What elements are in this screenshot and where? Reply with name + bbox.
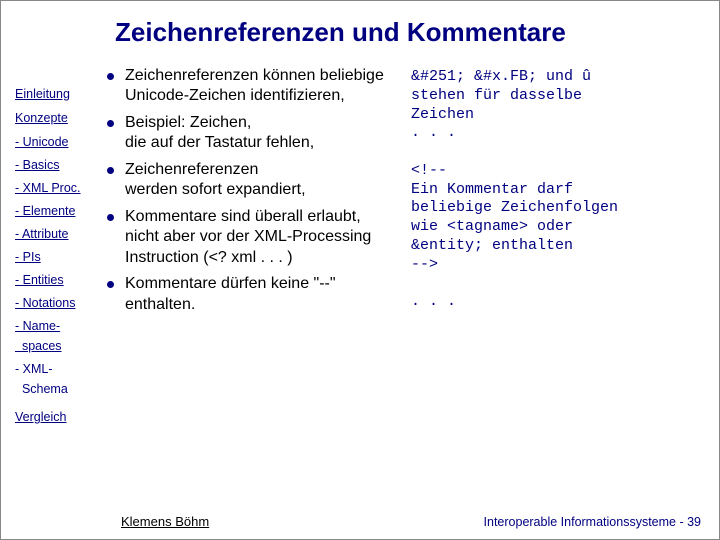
bullet-item: Kommentare dürfen keine "--" enthalten. (107, 274, 397, 315)
sidebar-item-attribute[interactable]: - Attribute (15, 227, 69, 241)
slide-title: Zeichenreferenzen und Kommentare (115, 17, 701, 48)
sidebar-item-xmlproc[interactable]: - XML Proc. (15, 181, 81, 195)
bullet-text: Zeichenreferenzen werden sofort expandie… (125, 161, 306, 198)
slide-body: Einleitung Konzepte - Unicode - Basics -… (15, 66, 701, 431)
sidebar-item-pis[interactable]: - PIs (15, 250, 41, 264)
sidebar-item-basics[interactable]: - Basics (15, 158, 59, 172)
sidebar-item-konzepte[interactable]: Konzepte (15, 111, 68, 125)
main-content: Zeichenreferenzen können beliebige Unico… (107, 66, 701, 431)
sidebar-item-entities[interactable]: - Entities (15, 273, 64, 287)
sidebar-item-vergleich[interactable]: Vergleich (15, 410, 66, 424)
sidebar-item-elemente[interactable]: - Elemente (15, 204, 75, 218)
slide: Zeichenreferenzen und Kommentare Einleit… (0, 0, 720, 540)
sidebar-item-namespaces[interactable]: - Name- spaces (15, 319, 62, 353)
code-example: &#251; &#x.FB; und û stehen für dasselbe… (411, 66, 701, 431)
bullet-text: Zeichenreferenzen können beliebige Unico… (125, 67, 384, 104)
bullet-item: Zeichenreferenzen werden sofort expandie… (107, 160, 397, 201)
sidebar-item-xmlschema: - XML- Schema (15, 362, 68, 396)
bullet-list: Zeichenreferenzen können beliebige Unico… (107, 66, 397, 431)
bullet-item: Kommentare sind überall erlaubt, nicht a… (107, 207, 397, 268)
outline-sidebar: Einleitung Konzepte - Unicode - Basics -… (15, 66, 97, 431)
bullet-item: Beispiel: Zeichen, die auf der Tastatur … (107, 113, 397, 154)
sidebar-item-unicode[interactable]: - Unicode (15, 135, 69, 149)
bullet-text: Beispiel: Zeichen, die auf der Tastatur … (125, 114, 314, 151)
footer-author: Klemens Böhm (121, 514, 209, 529)
sidebar-item-einleitung[interactable]: Einleitung (15, 87, 70, 101)
footer-pageinfo: Interoperable Informationssysteme - 39 (484, 515, 701, 529)
sidebar-item-notations[interactable]: - Notations (15, 296, 75, 310)
bullet-text: Kommentare sind überall erlaubt, nicht a… (125, 208, 371, 266)
bullet-text: Kommentare dürfen keine "--" enthalten. (125, 275, 336, 312)
bullet-item: Zeichenreferenzen können beliebige Unico… (107, 66, 397, 107)
